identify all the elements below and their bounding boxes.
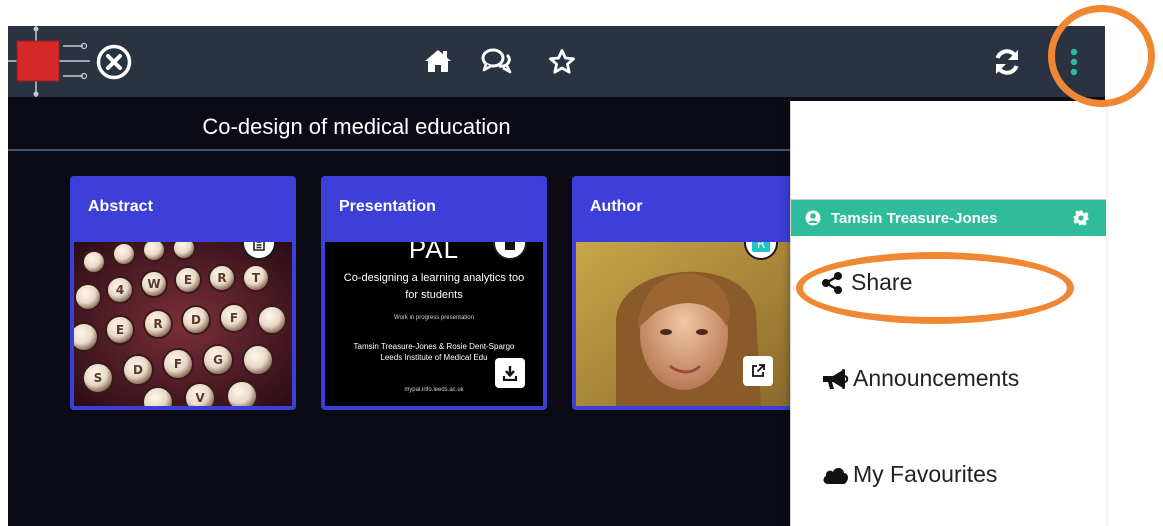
typewriter-image: 4 W E R T E R D F S D F G V: [74, 242, 292, 406]
card-title: Presentation: [339, 198, 436, 215]
menu-item-label: Share: [851, 269, 913, 295]
card-presentation[interactable]: Presentation PAL Co-designing a learning…: [321, 176, 547, 410]
svg-text:D: D: [133, 363, 143, 377]
svg-text:W: W: [147, 277, 160, 291]
user-dropdown-menu: Tamsin Treasure-Jones Share Announcement…: [790, 101, 1106, 526]
menu-item-my-favourites[interactable]: My Favourites: [821, 461, 997, 488]
svg-text:V: V: [195, 391, 205, 405]
slide-line: Tamsin Treasure-Jones & Rosie Dent-Sparg…: [353, 342, 515, 351]
circuit-logo-icon[interactable]: [8, 26, 90, 97]
presentation-slide: PAL Co-designing a learning analytics to…: [325, 242, 543, 406]
svg-text:E: E: [184, 273, 192, 287]
user-circle-icon: [805, 210, 821, 226]
slide-line: Co-designing a learning analytics too: [343, 272, 525, 284]
svg-text:E: E: [116, 323, 124, 337]
svg-text:G: G: [213, 353, 223, 367]
card-header: Abstract: [72, 178, 294, 242]
svg-text:T: T: [252, 271, 261, 285]
menu-user-name: Tamsin Treasure-Jones: [831, 210, 998, 227]
share-icon: [822, 271, 842, 294]
refresh-icon[interactable]: [992, 47, 1022, 77]
slide-line: for students: [405, 289, 463, 301]
gear-icon[interactable]: [1073, 210, 1089, 226]
svg-text:F: F: [174, 357, 182, 371]
card-abstract[interactable]: Abstract 4 W E R T E R D F S D F G V: [70, 176, 296, 410]
card-title: Author: [590, 198, 643, 215]
slide-line: Work in progress presentation: [394, 315, 474, 321]
star-icon[interactable]: [548, 48, 576, 76]
menu-item-label: My Favourites: [853, 461, 998, 487]
card-title: Abstract: [88, 198, 153, 215]
menu-item-announcements[interactable]: Announcements: [821, 365, 1019, 392]
menu-item-label: Announcements: [853, 365, 1020, 391]
menu-user-header[interactable]: Tamsin Treasure-Jones: [791, 199, 1106, 236]
menu-item-share[interactable]: Share: [821, 269, 912, 296]
cloud-icon: [823, 467, 848, 484]
card-header: Presentation: [323, 178, 545, 242]
card-header: Author: [574, 178, 796, 242]
chat-icon[interactable]: [481, 47, 513, 75]
external-link-icon[interactable]: [743, 356, 773, 386]
vertical-dots-icon[interactable]: [1068, 47, 1080, 77]
card-author[interactable]: Author R: [572, 176, 798, 410]
close-circle-icon[interactable]: [96, 44, 132, 80]
svg-text:S: S: [94, 371, 103, 385]
svg-text:R: R: [217, 271, 226, 285]
author-photo: R: [576, 242, 794, 406]
svg-text:F: F: [230, 311, 238, 325]
home-icon[interactable]: [424, 48, 452, 74]
svg-text:D: D: [191, 313, 201, 327]
megaphone-icon: [823, 368, 849, 389]
svg-text:R: R: [153, 317, 162, 331]
svg-text:R: R: [757, 242, 765, 251]
svg-text:4: 4: [116, 283, 124, 297]
top-bar: [8, 26, 1105, 97]
download-icon[interactable]: [495, 358, 525, 388]
